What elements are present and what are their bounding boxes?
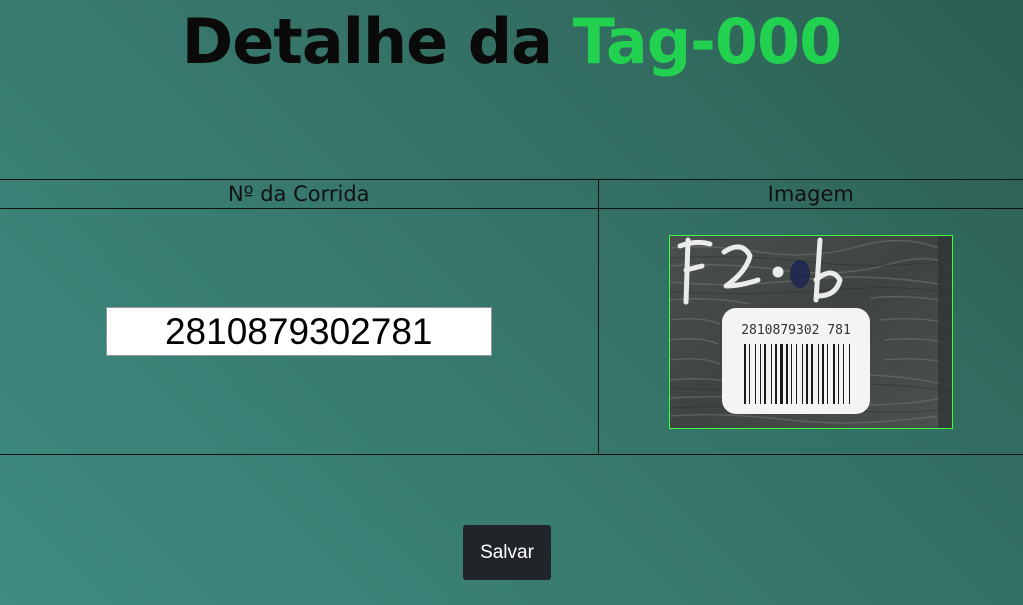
barcode-bar	[790, 343, 792, 404]
barcode-bar	[759, 343, 761, 404]
barcode-bar	[763, 343, 766, 404]
barcode-bar	[774, 343, 777, 404]
barcode-bar	[770, 343, 772, 404]
barcode-bar	[743, 343, 746, 404]
barcode-bar	[821, 343, 824, 404]
column-header-run-number: Nº da Corrida	[0, 179, 599, 209]
barcode-bar	[785, 343, 788, 404]
page-title-prefix: Detalhe da	[181, 5, 553, 78]
barcode-bar	[837, 343, 839, 404]
table-row: 2810879302 781	[0, 208, 1023, 455]
table-header-row: Nº da Corrida Imagem	[0, 179, 1023, 209]
tag-detail-table: Nº da Corrida Imagem 2810879302781 28108…	[0, 179, 1023, 455]
barcode-bar	[779, 343, 783, 404]
barcode-bar	[748, 343, 750, 404]
page-title: Detalhe da Tag-000	[0, 2, 1023, 82]
barcode-bar	[832, 343, 835, 404]
barcode-bar	[842, 343, 844, 404]
barcode-bar	[810, 343, 813, 404]
tag-label-text: 2810879302 781	[741, 323, 851, 338]
barcode-bar	[817, 343, 819, 404]
page-title-tag: Tag-000	[572, 5, 843, 78]
barcode-bar	[805, 343, 808, 404]
run-number-cell	[0, 208, 599, 455]
barcode-bar	[754, 343, 756, 404]
tag-photo: 2810879302 781	[668, 234, 953, 429]
barcode-bar	[801, 343, 803, 404]
save-button[interactable]: Salvar	[463, 525, 551, 580]
run-number-input[interactable]	[105, 307, 492, 356]
tag-photo-image: 2810879302 781	[669, 235, 952, 428]
column-header-image: Imagem	[597, 179, 1023, 209]
barcode-bar	[795, 343, 797, 404]
image-cell: 2810879302 781	[597, 208, 1023, 455]
barcode-bar	[848, 343, 850, 404]
barcode-bar	[826, 343, 828, 404]
